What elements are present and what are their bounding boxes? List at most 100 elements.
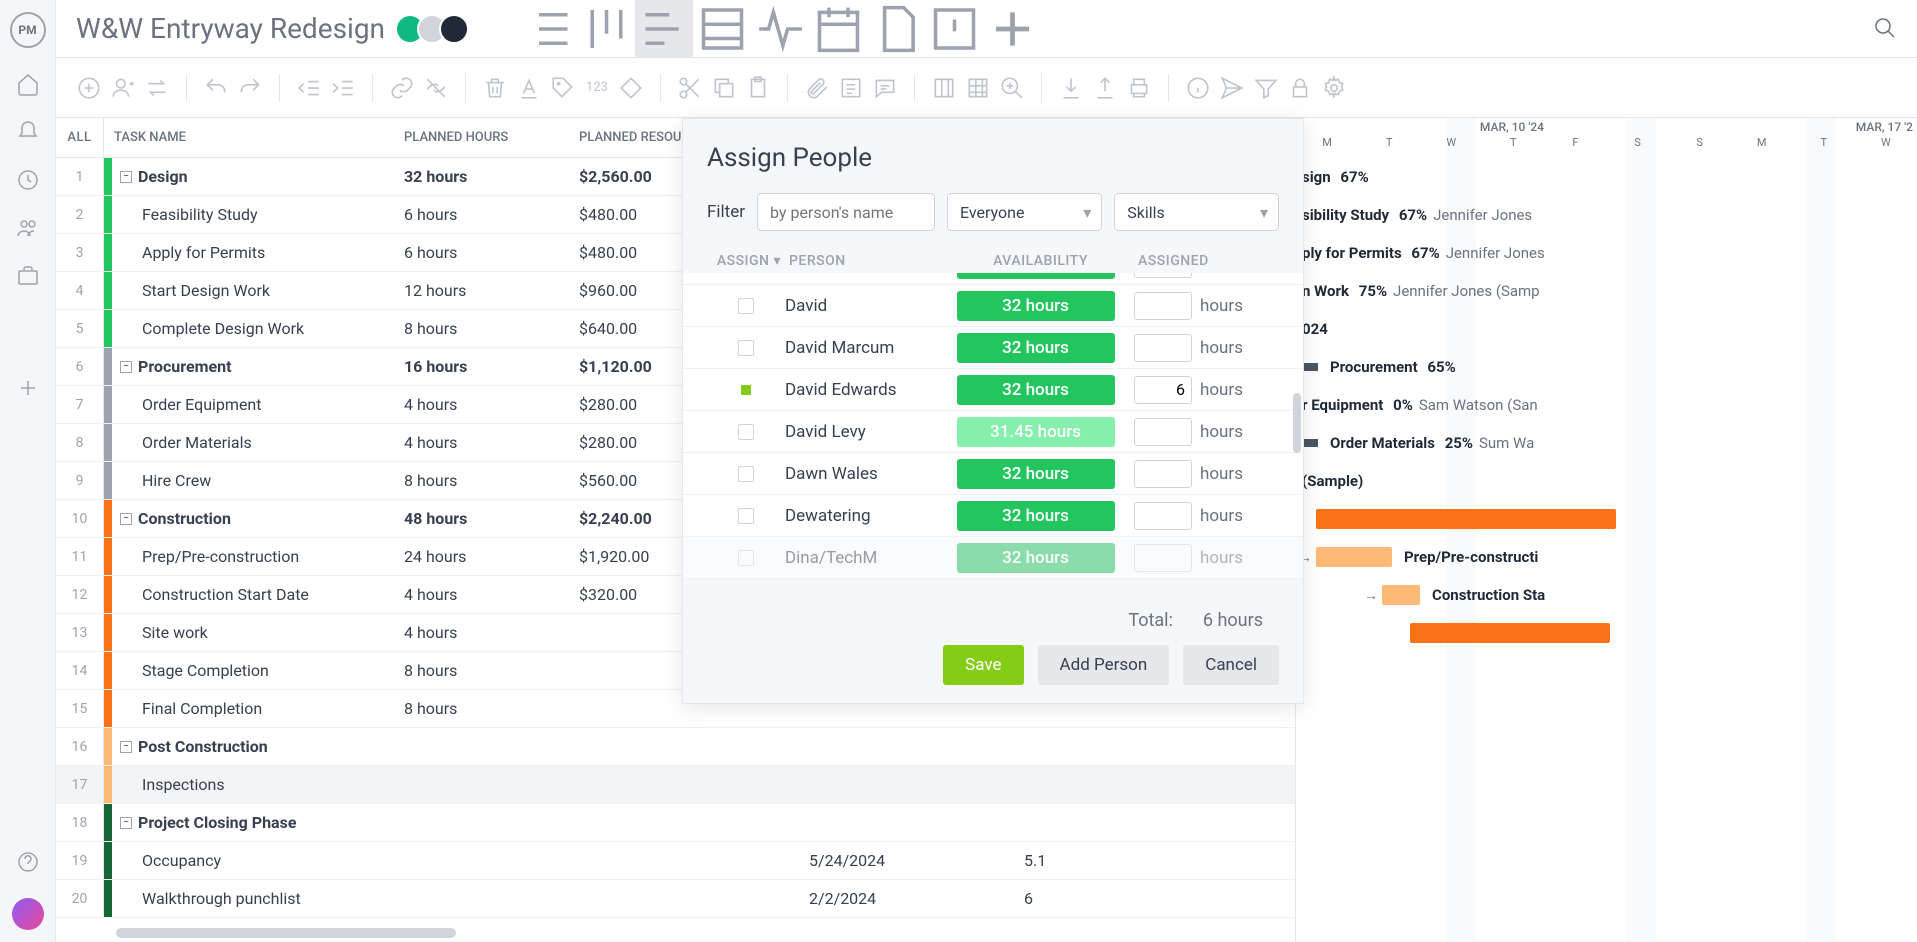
task-name[interactable]: Complete Design Work [112,319,394,338]
planned-hours[interactable]: 8 hours [394,661,569,680]
extra-col-2[interactable]: 5.1 [1014,851,1144,870]
view-board-icon[interactable] [577,0,635,58]
task-row[interactable]: 17Inspections [56,766,1295,804]
hours-input[interactable] [1134,418,1192,446]
note-icon[interactable] [838,75,864,101]
extra-col-1[interactable]: 2/2/2024 [799,889,1014,908]
person-row[interactable]: David Edwards32 hourshours [683,369,1303,411]
task-name[interactable]: −Construction [112,509,394,528]
task-name[interactable]: Site work [112,623,394,642]
trash-icon[interactable] [482,75,508,101]
redo-icon[interactable] [237,75,263,101]
person-row[interactable]: Dina/TechM32 hourshours [683,537,1303,579]
gantt-row[interactable]: r Equipment 0%Sam Watson (San [1296,386,1917,424]
add-person-button[interactable]: Add Person [1038,645,1170,685]
undo-icon[interactable] [203,75,229,101]
text-color-icon[interactable] [516,75,542,101]
planned-hours[interactable]: 12 hours [394,281,569,300]
home-icon[interactable] [16,72,40,96]
gantt-chart[interactable]: MAR, 10 '24 MAR, 17 '2 MTWTFSSMTW sign 6… [1296,118,1917,942]
indent-icon[interactable] [330,75,356,101]
task-name[interactable]: Occupancy [112,851,394,870]
mth-person[interactable]: PERSON [785,253,953,269]
planned-hours[interactable]: 6 hours [394,205,569,224]
planned-hours[interactable]: 48 hours [394,509,569,528]
mth-assign[interactable]: ASSIGN ▾ [707,253,785,269]
gantt-row[interactable]: n Work 75%Jennifer Jones (Samp [1296,272,1917,310]
task-name[interactable]: Apply for Permits [112,243,394,262]
bell-icon[interactable] [16,120,40,144]
outdent-icon[interactable] [296,75,322,101]
hours-input[interactable] [1134,273,1192,278]
member-avatars[interactable] [403,14,469,44]
task-name[interactable]: −Procurement [112,357,394,376]
zoom-icon[interactable] [999,75,1025,101]
assign-checkbox[interactable] [707,424,785,440]
task-row[interactable]: 16−Post Construction [56,728,1295,766]
view-add-icon[interactable] [983,0,1041,58]
task-name[interactable]: Final Completion [112,699,394,718]
hours-input[interactable] [1134,376,1192,404]
unlink-icon[interactable] [423,75,449,101]
collapse-icon[interactable]: − [120,741,132,753]
task-name[interactable]: −Post Construction [112,737,394,756]
filter-icon[interactable] [1253,75,1279,101]
attachment-icon[interactable] [804,75,830,101]
task-name[interactable]: Order Equipment [112,395,394,414]
import-icon[interactable] [1058,75,1084,101]
gantt-row[interactable]: →Prep/Pre-constructi [1296,538,1917,576]
task-name[interactable]: Start Design Work [112,281,394,300]
help-icon[interactable] [16,850,40,874]
gantt-row[interactable] [1296,614,1917,652]
clock-icon[interactable] [16,168,40,192]
comment-icon[interactable] [872,75,898,101]
number-icon[interactable]: 123 [584,75,610,101]
planned-hours[interactable]: 32 hours [394,167,569,186]
person-row[interactable]: Dave/ATOS32 hourshours [683,273,1303,285]
assign-checkbox[interactable] [707,466,785,482]
sync-icon[interactable] [144,75,170,101]
lock-icon[interactable] [1287,75,1313,101]
task-name[interactable]: −Project Closing Phase [112,813,394,832]
assign-checkbox[interactable] [707,340,785,356]
grid-icon[interactable] [965,75,991,101]
col-hours[interactable]: PLANNED HOURS [394,130,569,145]
info-icon[interactable] [1185,75,1211,101]
gantt-row[interactable]: Procurement 65% [1296,348,1917,386]
task-name[interactable]: Hire Crew [112,471,394,490]
gantt-row[interactable] [1296,500,1917,538]
view-gantt-icon[interactable] [635,0,693,58]
save-button[interactable]: Save [943,645,1023,685]
gantt-bar[interactable] [1316,509,1616,529]
copy-icon[interactable] [711,75,737,101]
planned-hours[interactable]: 8 hours [394,471,569,490]
task-name[interactable]: Stage Completion [112,661,394,680]
app-logo[interactable]: PM [10,12,46,48]
hours-input[interactable] [1134,460,1192,488]
col-all[interactable]: ALL [56,118,104,157]
assign-checkbox[interactable] [707,550,785,566]
gear-icon[interactable] [1321,75,1347,101]
gantt-bar[interactable] [1410,623,1610,643]
task-row[interactable]: 20Walkthrough punchlist2/2/20246 [56,880,1295,918]
task-name[interactable]: Construction Start Date [112,585,394,604]
planned-hours[interactable]: 4 hours [394,585,569,604]
view-pulse-icon[interactable] [751,0,809,58]
filter-skills-select[interactable]: Skills [1114,193,1279,231]
filter-input[interactable] [757,193,935,231]
gantt-bar[interactable] [1316,547,1392,567]
briefcase-icon[interactable] [16,264,40,288]
horizontal-scrollbar[interactable] [116,928,456,938]
assign-checkbox[interactable] [707,298,785,314]
person-row[interactable]: David Marcum32 hourshours [683,327,1303,369]
collapse-icon[interactable]: − [120,513,132,525]
paste-icon[interactable] [745,75,771,101]
gantt-row[interactable]: Order Materials 25%Sum Wa [1296,424,1917,462]
task-name[interactable]: Inspections [112,775,394,794]
hours-input[interactable] [1134,292,1192,320]
view-sheet-icon[interactable] [693,0,751,58]
assign-checkbox[interactable] [707,508,785,524]
milestone-icon[interactable] [618,75,644,101]
collapse-icon[interactable]: − [120,817,132,829]
hours-input[interactable] [1134,334,1192,362]
